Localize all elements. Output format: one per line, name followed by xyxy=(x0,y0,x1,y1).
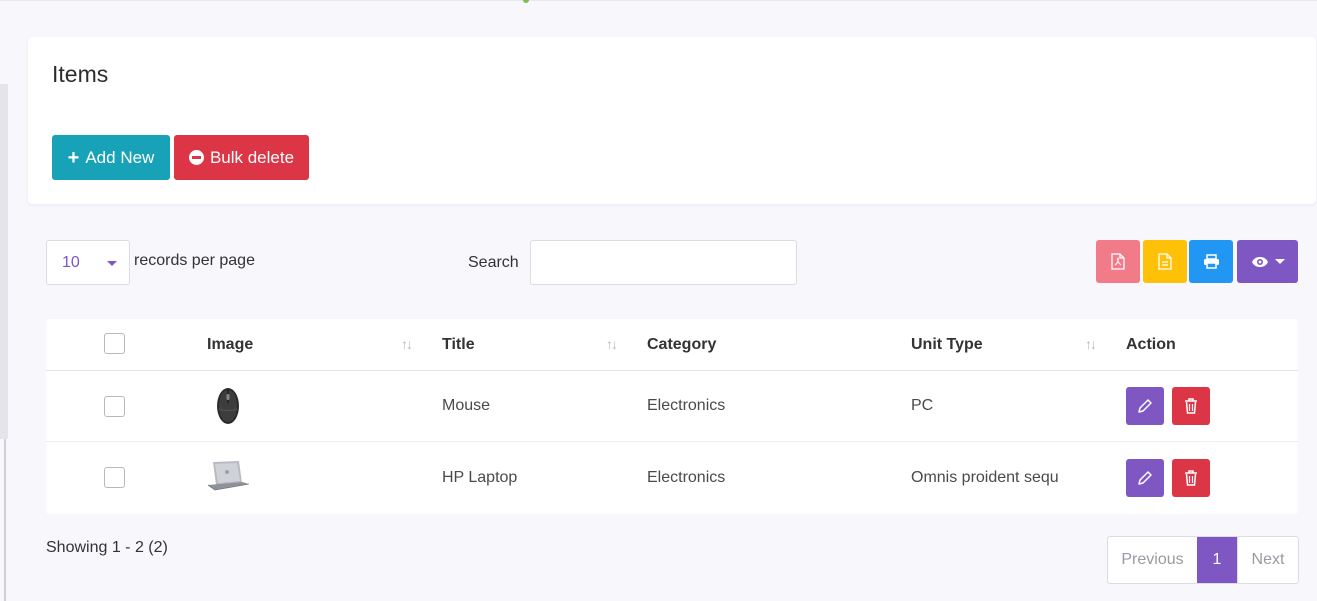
row-category: Electronics xyxy=(647,469,726,486)
search-label: Search xyxy=(468,254,519,271)
add-new-button[interactable]: + Add New xyxy=(52,135,170,180)
table-row: HP Laptop Electronics Omnis proident seq… xyxy=(46,443,1298,514)
laptop-image xyxy=(207,461,250,491)
sort-icon[interactable]: ↑↓ xyxy=(401,336,413,352)
sidebar-edge xyxy=(4,439,6,601)
row-unit-type: Omnis proident sequ xyxy=(911,469,1059,486)
row-checkbox[interactable] xyxy=(104,467,125,488)
trash-icon xyxy=(1185,470,1197,486)
eye-icon xyxy=(1251,256,1268,267)
per-page-value: 10 xyxy=(62,253,80,271)
chevron-down-icon xyxy=(1274,259,1285,264)
export-pdf-button[interactable] xyxy=(1096,240,1140,283)
row-title: HP Laptop xyxy=(442,469,518,486)
trash-icon xyxy=(1185,398,1197,414)
row-category: Electronics xyxy=(647,397,726,414)
row-unit-type: PC xyxy=(911,397,934,414)
plus-icon: + xyxy=(67,146,80,169)
page-1-button[interactable]: 1 xyxy=(1197,537,1237,583)
column-header-action: Action xyxy=(1126,336,1176,353)
delete-button[interactable] xyxy=(1172,459,1210,497)
column-header-unit-type[interactable]: Unit Type xyxy=(911,336,983,354)
csv-icon xyxy=(1158,253,1172,270)
row-checkbox[interactable] xyxy=(104,396,125,417)
column-visibility-button[interactable] xyxy=(1237,240,1298,283)
bulk-delete-button[interactable]: Bulk delete xyxy=(174,135,309,180)
edit-button[interactable] xyxy=(1126,387,1164,425)
sort-icon[interactable]: ↑↓ xyxy=(1085,336,1097,352)
pagination: Previous 1 Next xyxy=(1107,536,1299,584)
search-input[interactable] xyxy=(530,240,797,285)
row-title: Mouse xyxy=(442,397,491,414)
records-per-page-select[interactable]: 10 xyxy=(46,240,130,285)
pencil-icon xyxy=(1138,471,1152,485)
sort-icon[interactable]: ↑↓ xyxy=(606,336,618,352)
pagination-info: Showing 1 - 2 (2) xyxy=(46,539,168,556)
column-header-image[interactable]: Image xyxy=(207,336,253,354)
edit-button[interactable] xyxy=(1126,459,1164,497)
previous-page-button[interactable]: Previous xyxy=(1108,537,1197,583)
print-icon xyxy=(1203,254,1219,269)
delete-button[interactable] xyxy=(1172,387,1210,425)
add-new-label: Add New xyxy=(85,147,155,167)
print-button[interactable] xyxy=(1189,240,1233,283)
next-page-button[interactable]: Next xyxy=(1237,537,1298,583)
chevron-down-icon xyxy=(107,261,117,266)
pencil-icon xyxy=(1138,399,1152,413)
column-header-category: Category xyxy=(647,336,717,353)
top-border xyxy=(0,0,1317,1)
select-all-checkbox[interactable] xyxy=(104,333,125,354)
sidebar-scrollbar[interactable] xyxy=(0,84,8,439)
items-header-card: Items + Add New Bulk delete xyxy=(28,37,1316,204)
mouse-image xyxy=(217,388,239,424)
table-row: Mouse Electronics PC xyxy=(46,371,1298,442)
pdf-icon xyxy=(1111,253,1125,270)
minus-circle-icon xyxy=(188,150,204,165)
column-header-title[interactable]: Title xyxy=(442,336,475,354)
status-dot xyxy=(523,0,529,3)
export-csv-button[interactable] xyxy=(1143,240,1187,283)
bulk-delete-label: Bulk delete xyxy=(209,147,295,167)
items-table: Image ↑↓ Title ↑↓ Category Unit Type ↑↓ … xyxy=(46,319,1298,514)
page-title: Items xyxy=(52,61,109,87)
table-header: Image ↑↓ Title ↑↓ Category Unit Type ↑↓ … xyxy=(46,319,1298,371)
per-page-label: records per page xyxy=(134,252,255,269)
